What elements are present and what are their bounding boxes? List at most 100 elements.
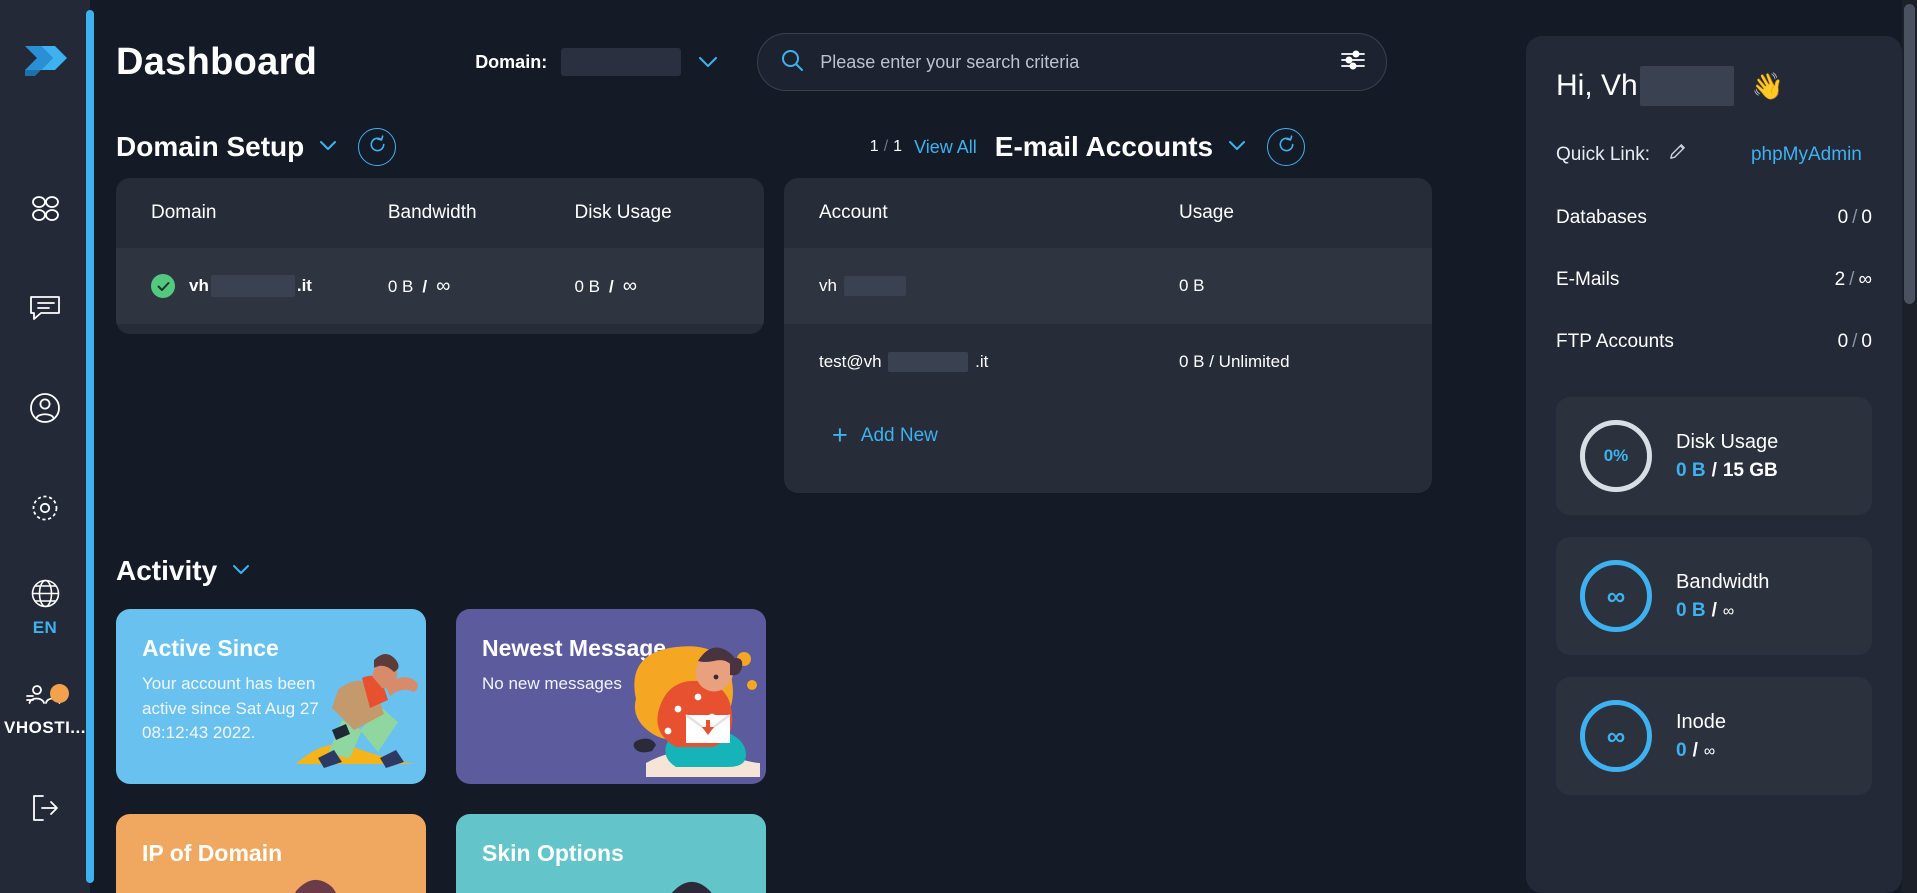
email-refresh-button[interactable] [1267, 128, 1306, 166]
brand-logo[interactable] [21, 40, 69, 80]
activity-card-active-since[interactable]: Active Since Your account has been activ… [116, 609, 426, 784]
domain-setup-panel: Domain Bandwidth Disk Usage vh .it 0 B /… [116, 178, 764, 334]
search-icon [780, 48, 804, 77]
usage-separator: / [1692, 739, 1698, 761]
sidebar-item-logout[interactable] [0, 758, 90, 858]
usage-limit: ∞ [1703, 742, 1716, 760]
table-row[interactable]: vh 0 B [784, 248, 1432, 324]
account-name-prefix: vh [819, 275, 837, 295]
quick-link-row: Quick Link: phpMyAdmin [1556, 142, 1872, 167]
domain-column-header: Domain [151, 202, 217, 223]
disk-usage-text: Disk Usage 0 B/15 GB [1676, 431, 1778, 482]
usage-card-inode[interactable]: ∞ Inode 0/ ∞ [1556, 677, 1872, 795]
refresh-icon [1277, 135, 1296, 159]
email-section-title: E-mail Accounts [994, 131, 1214, 162]
sidebar-item-messages[interactable] [0, 258, 90, 358]
domain-cell: vh .it [151, 274, 388, 298]
bandwidth-text: Bandwidth 0 B / ∞ [1676, 571, 1769, 622]
usage-card-disk-usage[interactable]: 0% Disk Usage 0 B/15 GB [1556, 397, 1872, 515]
quick-link-phpmyadmin[interactable]: phpMyAdmin [1751, 144, 1862, 166]
usage-card-value: 0 B/15 GB [1676, 460, 1778, 482]
globe-icon [30, 578, 61, 609]
search-input[interactable] [820, 51, 1341, 73]
quick-link-label: Quick Link: [1556, 143, 1650, 165]
usage-card-title: Disk Usage [1676, 430, 1779, 453]
users-notification-badge [50, 684, 69, 703]
usage-card-bandwidth[interactable]: ∞ Bandwidth 0 B / ∞ [1556, 537, 1872, 655]
sidebar-item-users[interactable]: VHOSTI... [0, 658, 90, 758]
plus-icon: + [832, 420, 848, 450]
stat-label: E-Mails [1556, 269, 1620, 290]
account-name-redacted [843, 276, 906, 297]
sliders-icon[interactable] [1340, 49, 1366, 76]
domain-count-current: 1 [869, 138, 879, 155]
dashboard-app: EN VHOSTI... Dashboard Domain: Please en… [0, 0, 1917, 893]
account-name-redacted [888, 352, 969, 373]
stat-value: 0/0 [1838, 207, 1872, 229]
usage-column-header: Usage [1179, 202, 1234, 223]
disk-usage-column-header: Disk Usage [574, 202, 672, 223]
bandwidth-cell: 0 B / ∞ [388, 275, 575, 298]
account-name-suffix: .it [975, 351, 989, 371]
disk-limit: ∞ [622, 274, 638, 297]
stat-used: 0 [1837, 331, 1849, 352]
sidebar-item-account[interactable] [0, 358, 90, 458]
stat-databases: Databases 0/0 [1556, 207, 1872, 229]
greeting: Hi, Vh 👋 [1556, 66, 1872, 106]
add-new-label: Add New [860, 424, 938, 446]
stat-label: Databases [1556, 207, 1647, 228]
greeting-text: Hi, Vh [1556, 69, 1638, 102]
search-bar[interactable] [757, 33, 1388, 91]
activity-card-title: Skin Options [482, 840, 624, 866]
stat-separator: / [1852, 207, 1858, 228]
usage-limit: 15 GB [1722, 459, 1778, 481]
table-row[interactable]: vh .it 0 B / ∞ 0 B / ∞ [116, 248, 764, 324]
domain-view-all-link[interactable]: View All [914, 137, 977, 158]
activity-caret-icon[interactable] [233, 562, 250, 580]
activity-card-skin-options[interactable]: Skin Options [456, 814, 766, 893]
disk-usage-cell: 0 B / ∞ [575, 275, 764, 298]
usage-separator: / [1711, 459, 1717, 481]
sidebar-item-users-label: VHOSTI... [4, 717, 86, 737]
activity-card-ip-of-domain[interactable]: IP of Domain [116, 814, 426, 893]
email-section-caret-icon[interactable] [1229, 138, 1246, 156]
stat-ftp-accounts: FTP Accounts 0/0 [1556, 331, 1872, 353]
page-scrollbar[interactable] [1902, 0, 1917, 893]
domain-counter: 1/1 [870, 138, 902, 156]
waving-hand-icon: 👋 [1751, 70, 1785, 101]
activity-card-newest-message[interactable]: Newest Message No new messages [456, 609, 766, 784]
chevron-down-icon[interactable] [699, 56, 718, 68]
usage-used: 0 [1676, 739, 1687, 761]
bandwidth-separator: / [422, 276, 428, 296]
inode-infinity-symbol: ∞ [1606, 720, 1626, 751]
sidebar-item-settings[interactable] [0, 458, 90, 558]
stat-limit: ∞ [1858, 269, 1872, 290]
table-row[interactable]: test@vh .it 0 B / Unlimited [784, 324, 1432, 400]
activity-card-title: IP of Domain [142, 840, 283, 866]
domain-refresh-button[interactable] [358, 128, 397, 166]
person-with-brush-illustration [671, 882, 712, 893]
stat-label: FTP Accounts [1556, 331, 1674, 352]
sidebar: EN VHOSTI... [0, 0, 94, 893]
domain-section-caret-icon[interactable] [320, 138, 337, 156]
bandwidth-used: 0 B [387, 276, 414, 296]
pencil-icon[interactable] [1668, 142, 1687, 167]
domain-picker[interactable]: Domain: [475, 48, 718, 76]
bandwidth-column-header: Bandwidth [387, 202, 477, 223]
bandwidth-infinity-symbol: ∞ [1606, 580, 1626, 611]
account-name-prefix: test@vh [819, 351, 882, 371]
stat-used: 0 [1837, 207, 1849, 228]
scrollbar-thumb[interactable] [1904, 4, 1915, 304]
seated-person-illustration [633, 646, 760, 777]
add-new-email-button[interactable]: + Add New [784, 422, 1432, 449]
logout-icon [29, 793, 61, 823]
usage-card-title: Bandwidth [1676, 570, 1770, 593]
refresh-icon [368, 135, 387, 159]
sidebar-item-language[interactable]: EN [0, 558, 90, 658]
domain-count-separator: / [883, 138, 889, 155]
domain-table-header: Domain Bandwidth Disk Usage [116, 178, 764, 248]
sidebar-item-apps[interactable] [0, 158, 90, 258]
domain-name-prefix: vh [189, 276, 209, 295]
usage-card-value: 0/ ∞ [1676, 740, 1726, 762]
domain-picker-value [561, 48, 682, 76]
